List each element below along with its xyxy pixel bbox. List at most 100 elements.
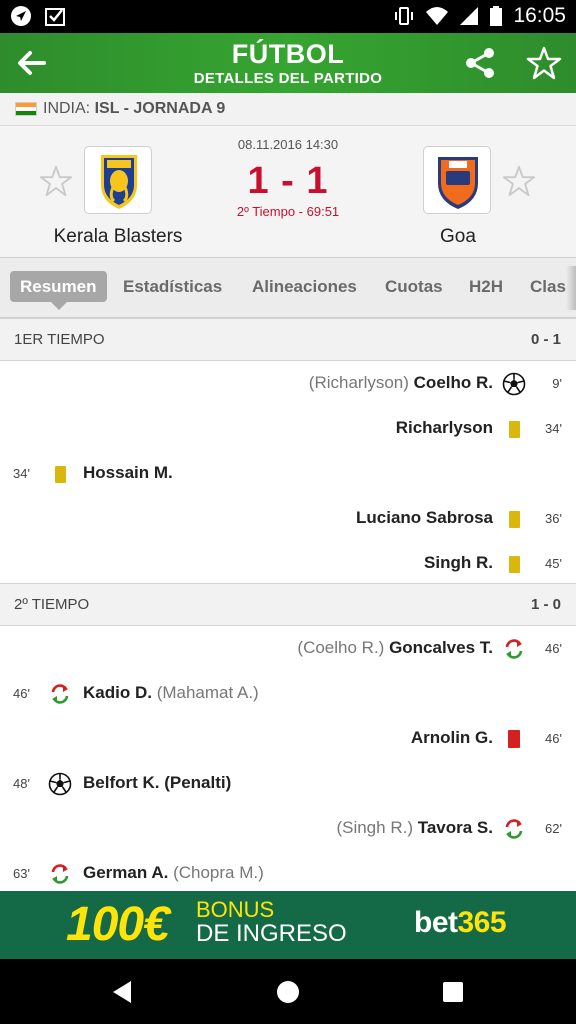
home-team-name[interactable]: Kerala Blasters [18, 226, 218, 248]
event-minute: 45' [545, 556, 562, 571]
away-favorite-star-icon[interactable] [502, 164, 536, 198]
event-detail: (Singh R.) [336, 818, 413, 837]
substitution-icon [502, 817, 526, 841]
period-header: 2º TIEMPO 1 - 0 [0, 583, 576, 626]
away-team-logo[interactable] [423, 146, 491, 214]
india-flag-icon [15, 102, 37, 116]
goal-icon [48, 772, 72, 796]
match-status: 2º Tiempo - 69:51 [236, 204, 340, 219]
event-text: Luciano Sabrosa [356, 508, 493, 528]
star-outline-icon [526, 46, 562, 80]
yellow-card-icon [502, 552, 526, 576]
period-score: 1 - 0 [530, 596, 561, 613]
home-favorite-star-icon[interactable] [39, 164, 73, 198]
status-time: 16:05 [513, 4, 566, 27]
event-minute: 48' [13, 776, 30, 791]
battery-icon [490, 6, 503, 26]
event-minute: 34' [13, 466, 30, 481]
period-header: 1ER TIEMPO 0 - 1 [0, 318, 576, 361]
substitution-icon [48, 862, 72, 886]
tab-estadisticas[interactable]: Estadísticas [123, 271, 222, 302]
tab-alineaciones[interactable]: Alineaciones [252, 271, 357, 302]
event-player: Luciano Sabrosa [356, 508, 493, 527]
tab-clasificacion[interactable]: Clas [530, 271, 566, 302]
share-button[interactable] [462, 45, 498, 81]
event-text: Hossain M. [83, 463, 173, 483]
event-row[interactable]: 34' Richarlyson [0, 407, 576, 452]
match-date: 08.11.2016 14:30 [237, 137, 339, 152]
event-minute: 62' [545, 821, 562, 836]
event-minute: 46' [13, 686, 30, 701]
event-row[interactable]: 46' (Coelho R.) Goncalves T. [0, 627, 576, 672]
event-player: Coelho R. [413, 373, 493, 392]
kerala-blasters-crest-icon [101, 155, 137, 209]
event-row[interactable]: 46' Arnolin G. [0, 717, 576, 762]
substitution-icon [48, 682, 72, 706]
event-row[interactable]: 62' (Singh R.) Tavora S. [0, 807, 576, 852]
league-name: ISL - JORNADA 9 [94, 100, 226, 117]
event-player: German A. [83, 863, 169, 882]
league-label: INDIA: ISL - JORNADA 9 [43, 100, 225, 118]
event-player: Goncalves T. [389, 638, 493, 657]
app-bar: FÚTBOL DETALLES DEL PARTIDO [0, 33, 576, 93]
event-player: Richarlyson [395, 418, 493, 437]
event-minute: 63' [13, 866, 30, 881]
ad-brand-b: 365 [457, 906, 507, 939]
event-text: (Singh R.) Tavora S. [336, 818, 493, 838]
away-team-name[interactable]: Goa [358, 226, 558, 248]
red-card-icon [502, 727, 526, 751]
match-score: 1 - 1 [247, 160, 329, 202]
period-name: 1ER TIEMPO [14, 331, 105, 348]
event-text: Arnolin G. [411, 728, 493, 748]
event-player: Singh R. [424, 553, 493, 572]
event-minute: 34' [545, 421, 562, 436]
nav-recents-icon[interactable] [438, 977, 468, 1007]
system-nav-bar [0, 959, 576, 1024]
period-name: 2º TIEMPO [14, 596, 90, 613]
event-row[interactable]: 46' Kadio D. (Mahamat A.) [0, 672, 576, 717]
event-player: Belfort K. (Penalti) [83, 773, 232, 792]
event-detail: (Chopra M.) [173, 863, 264, 882]
navigation-arrow-icon [11, 6, 31, 26]
event-detail: (Coelho R.) [297, 638, 385, 657]
favorite-button[interactable] [526, 45, 562, 81]
home-team-logo[interactable] [84, 146, 152, 214]
tab-h2h[interactable]: H2H [469, 271, 503, 302]
download-check-icon [45, 8, 65, 26]
yellow-card-icon [502, 507, 526, 531]
league-bar[interactable]: INDIA: ISL - JORNADA 9 [0, 93, 576, 126]
wifi-icon [426, 7, 449, 25]
ad-line-1: BONUS [196, 897, 275, 922]
substitution-icon [502, 637, 526, 661]
fc-goa-crest-icon [438, 157, 478, 209]
event-row[interactable]: 45' Singh R. [0, 542, 576, 587]
event-text: Richarlyson [396, 418, 493, 438]
ad-banner[interactable]: 100€ BONUS DE INGRESO bet365 [0, 891, 576, 959]
event-text: Belfort K. (Penalti) [83, 773, 231, 793]
ad-brand-a: bet [414, 906, 458, 939]
event-text: German A. (Chopra M.) [83, 863, 264, 883]
event-row[interactable]: 36' Luciano Sabrosa [0, 497, 576, 542]
event-detail: (Richarlyson) [308, 373, 409, 392]
yellow-card-icon [48, 462, 72, 486]
tab-resumen[interactable]: Resumen [10, 271, 107, 302]
event-minute: 36' [545, 511, 562, 526]
event-text: (Coelho R.) Goncalves T. [297, 638, 493, 658]
status-bar: 16:05 [0, 0, 576, 33]
share-icon [466, 48, 494, 78]
yellow-card-icon [502, 417, 526, 441]
tab-pointer [51, 302, 67, 310]
nav-home-icon[interactable] [273, 977, 303, 1007]
event-row[interactable]: 9' (Richarlyson) Coelho R. [0, 362, 576, 407]
ad-brand-logo: bet365 [414, 906, 507, 940]
ad-amount: 100€ [66, 898, 170, 951]
event-player: Arnolin G. [410, 728, 493, 747]
event-row[interactable]: 34' Hossain M. [0, 452, 576, 497]
tab-cuotas[interactable]: Cuotas [385, 271, 443, 302]
event-player: Kadio D. [83, 683, 152, 702]
vibrate-icon [395, 7, 414, 25]
event-row[interactable]: 48' Belfort K. (Penalti) [0, 762, 576, 807]
nav-back-icon[interactable] [107, 977, 137, 1007]
event-minute: 9' [552, 376, 562, 391]
event-player: Tavora S. [417, 818, 493, 837]
